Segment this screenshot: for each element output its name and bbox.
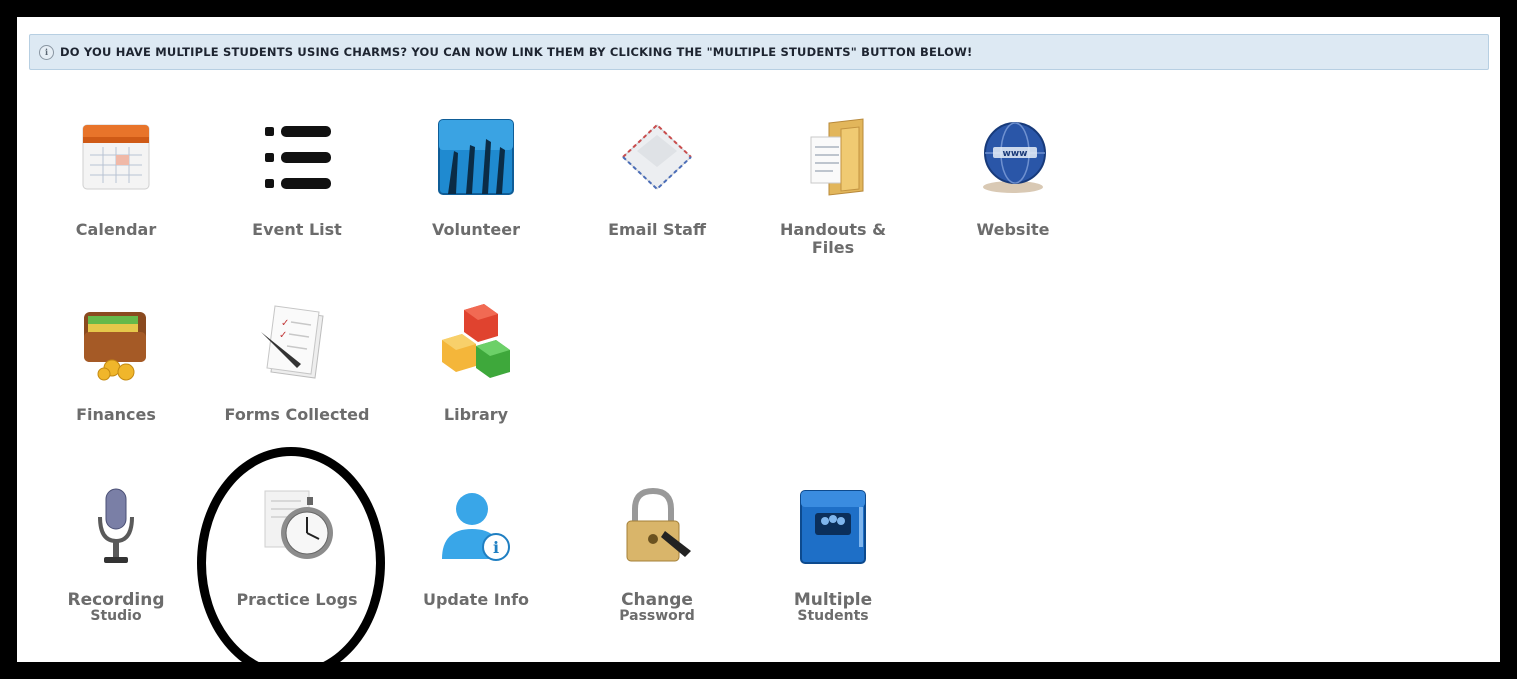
tile-label: Event List xyxy=(252,220,342,239)
wallet-icon xyxy=(76,302,156,382)
forms-icon: ✓ ✓ xyxy=(257,302,337,382)
library-button[interactable]: Library xyxy=(401,302,551,442)
tile-label: Finances xyxy=(76,405,156,424)
envelope-icon xyxy=(617,117,697,197)
info-icon: i xyxy=(39,44,54,60)
tile-label: Handouts & Files xyxy=(779,220,887,257)
multiple-students-button[interactable]: Multiple Students xyxy=(758,487,908,627)
svg-text:✓: ✓ xyxy=(281,318,289,329)
notice-banner: i DO YOU HAVE MULTIPLE STUDENTS USING CH… xyxy=(29,34,1489,70)
tile-label-main: Change xyxy=(621,590,693,610)
tile-label: Email Staff xyxy=(608,220,706,239)
tile-label-sub: Students xyxy=(797,608,869,624)
svg-text:i: i xyxy=(493,538,499,557)
tile-label: Change Password xyxy=(582,591,732,623)
svg-text:✓: ✓ xyxy=(279,330,287,341)
tile-label: Volunteer xyxy=(431,220,520,239)
handouts-files-button[interactable]: Handouts & Files xyxy=(758,117,908,257)
tile-label: Update Info xyxy=(422,590,530,609)
volunteer-hands-icon xyxy=(436,117,516,197)
recording-studio-button[interactable]: Recording Studio xyxy=(41,487,191,627)
tile-label: Multiple Students xyxy=(758,591,908,623)
tile-label-sub: Password xyxy=(619,608,695,624)
forms-collected-button[interactable]: ✓ ✓ Forms Collected xyxy=(222,302,372,442)
finances-button[interactable]: Finances xyxy=(41,302,191,442)
tile-label: Calendar xyxy=(75,220,157,239)
microphone-icon xyxy=(76,487,156,567)
dashboard-panel: i DO YOU HAVE MULTIPLE STUDENTS USING CH… xyxy=(17,17,1500,679)
change-password-button[interactable]: Change Password xyxy=(582,487,732,627)
tile-label-main: Recording xyxy=(67,590,165,610)
blocks-icon xyxy=(436,302,516,382)
notice-text: DO YOU HAVE MULTIPLE STUDENTS USING CHAR… xyxy=(60,45,973,59)
multiple-students-icon xyxy=(793,487,873,567)
tile-label: Library xyxy=(443,405,509,424)
calendar-button[interactable]: Calendar xyxy=(41,117,191,257)
user-info-icon: i xyxy=(436,487,516,567)
globe-icon: www xyxy=(973,117,1053,197)
folder-icon xyxy=(793,117,873,197)
list-icon xyxy=(257,117,337,197)
volunteer-button[interactable]: Volunteer xyxy=(401,117,551,257)
tile-label-sub: Studio xyxy=(90,608,142,624)
highlight-circle xyxy=(197,447,385,679)
calendar-icon xyxy=(76,117,156,197)
tile-label: Website xyxy=(976,220,1050,239)
website-button[interactable]: www Website xyxy=(938,117,1088,257)
svg-text:www: www xyxy=(1003,149,1028,159)
event-list-button[interactable]: Event List xyxy=(222,117,372,257)
tile-label-main: Multiple xyxy=(793,590,873,610)
padlock-icon xyxy=(617,487,697,567)
tile-label: Recording Studio xyxy=(41,591,191,623)
email-staff-button[interactable]: Email Staff xyxy=(582,117,732,257)
update-info-button[interactable]: i Update Info xyxy=(401,487,551,627)
tile-label: Forms Collected xyxy=(224,405,370,424)
